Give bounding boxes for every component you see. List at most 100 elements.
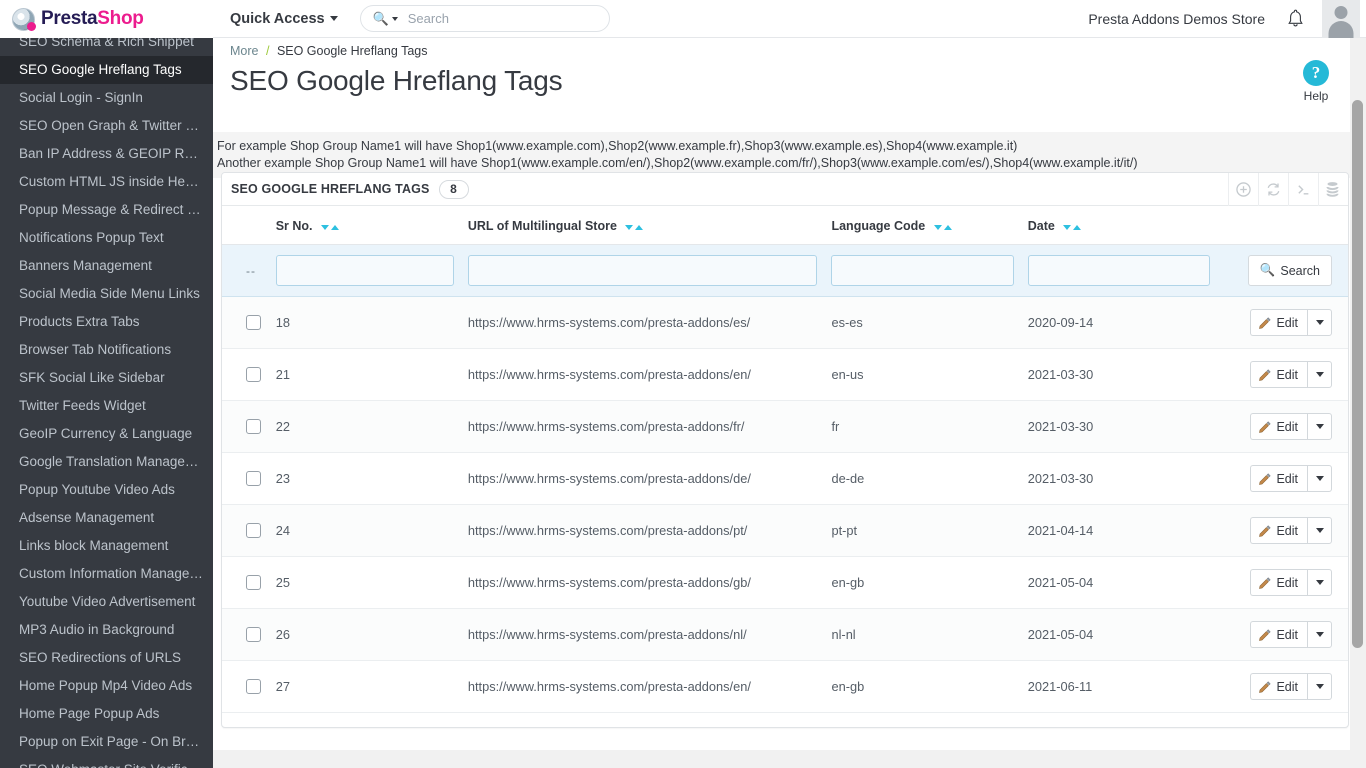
table-row[interactable]: 27 https://www.hrms-systems.com/presta-ad… [222, 660, 1348, 713]
sidebar-item-sfk-social-like-sidebar[interactable]: SFK Social Like Sidebar [0, 364, 213, 392]
sort-controls-language-code[interactable] [933, 219, 952, 233]
sidebar-item-adsense-management[interactable]: Adsense Management [0, 504, 213, 532]
sort-asc-icon[interactable] [943, 225, 952, 230]
table-row[interactable]: 18 https://www.hrms-systems.com/presta-ad… [222, 296, 1348, 349]
sort-controls-url[interactable] [625, 219, 644, 233]
table-row[interactable]: 22 https://www.hrms-systems.com/presta-ad… [222, 400, 1348, 453]
row-action-dropdown-toggle[interactable] [1307, 465, 1332, 492]
edit-button[interactable]: Edit [1250, 673, 1307, 700]
column-header-url[interactable]: URL of Multilingual Store [467, 206, 832, 245]
row-checkbox[interactable] [246, 575, 261, 590]
table-row[interactable]: 21 https://www.hrms-systems.com/presta-ad… [222, 348, 1348, 401]
sidebar-item-popup-message-redirect-butt[interactable]: Popup Message & Redirect Butt... [0, 196, 213, 224]
page-scrollbar-track[interactable] [1350, 38, 1366, 768]
sidebar-item-browser-tab-notifications[interactable]: Browser Tab Notifications [0, 336, 213, 364]
sidebar-item-links-block-management[interactable]: Links block Management [0, 532, 213, 560]
filter-input-date[interactable] [1027, 255, 1210, 286]
row-checkbox[interactable] [246, 419, 261, 434]
export-sql-icon[interactable] [1288, 173, 1318, 206]
cell-language-code: es-es [831, 315, 863, 330]
table-row[interactable]: 24 https://www.hrms-systems.com/presta-ad… [222, 504, 1348, 557]
sort-desc-icon[interactable] [625, 225, 634, 230]
sidebar-item-seo-webmaster-site-verification[interactable]: SEO Webmaster Site Verification [0, 756, 213, 768]
sidebar-item-popup-on-exit-page-on-brows[interactable]: Popup on Exit Page - On Brows... [0, 728, 213, 756]
sidebar-item-popup-youtube-video-ads[interactable]: Popup Youtube Video Ads [0, 476, 213, 504]
row-action-dropdown-toggle[interactable] [1307, 673, 1332, 700]
row-checkbox[interactable] [246, 679, 261, 694]
page-scrollbar-thumb[interactable] [1352, 100, 1363, 648]
user-avatar-icon[interactable] [1322, 0, 1360, 38]
filter-input-sr-no[interactable] [275, 255, 454, 286]
sidebar-item-social-login-signin[interactable]: Social Login - SignIn [0, 84, 213, 112]
sidebar-item-social-media-side-menu-links[interactable]: Social Media Side Menu Links [0, 280, 213, 308]
sidebar-item-notifications-popup-text[interactable]: Notifications Popup Text [0, 224, 213, 252]
sort-desc-icon[interactable] [1063, 225, 1072, 230]
sidebar-item-youtube-video-advertisement[interactable]: Youtube Video Advertisement [0, 588, 213, 616]
search-input[interactable] [407, 11, 597, 26]
sidebar-item-products-extra-tabs[interactable]: Products Extra Tabs [0, 308, 213, 336]
sidebar-item-banners-management[interactable]: Banners Management [0, 252, 213, 280]
edit-button[interactable]: Edit [1250, 361, 1307, 388]
sort-desc-icon[interactable] [933, 225, 942, 230]
row-action-dropdown-toggle[interactable] [1307, 517, 1332, 544]
edit-button[interactable]: Edit [1250, 465, 1307, 492]
row-action-dropdown-toggle[interactable] [1307, 413, 1332, 440]
row-checkbox[interactable] [246, 315, 261, 330]
refresh-icon[interactable] [1258, 173, 1288, 206]
row-action-dropdown-toggle[interactable] [1307, 361, 1332, 388]
row-checkbox[interactable] [246, 627, 261, 642]
table-row[interactable]: 25 https://www.hrms-systems.com/presta-ad… [222, 556, 1348, 609]
breadcrumb-parent[interactable]: More [230, 44, 258, 58]
sort-desc-icon[interactable] [321, 225, 329, 230]
column-header-date[interactable]: Date [1027, 206, 1224, 245]
sort-controls-date[interactable] [1063, 219, 1082, 233]
row-action-dropdown-toggle[interactable] [1307, 621, 1332, 648]
sidebar-item-home-page-popup-ads[interactable]: Home Page Popup Ads [0, 700, 213, 728]
row-checkbox[interactable] [246, 367, 261, 382]
edit-button[interactable]: Edit [1250, 413, 1307, 440]
edit-button[interactable]: Edit [1250, 309, 1307, 336]
edit-button[interactable]: Edit [1250, 569, 1307, 596]
row-checkbox[interactable] [246, 471, 261, 486]
sidebar-item-geoip-currency-language[interactable]: GeoIP Currency & Language [0, 420, 213, 448]
brand-logo[interactable]: PrestaShop [0, 0, 213, 38]
row-checkbox[interactable] [246, 523, 261, 538]
sidebar-item-mp3-audio-in-background[interactable]: MP3 Audio in Background [0, 616, 213, 644]
filter-input-language-code[interactable] [831, 255, 1014, 286]
filter-input-url[interactable] [467, 255, 818, 286]
column-header-language-code[interactable]: Language Code [831, 206, 1028, 245]
sort-asc-icon[interactable] [635, 225, 644, 230]
column-header-sr-no[interactable]: Sr No. [275, 206, 468, 245]
sidebar-item-custom-information-managem[interactable]: Custom Information Managem... [0, 560, 213, 588]
sidebar-item-seo-redirections-of-urls[interactable]: SEO Redirections of URLS [0, 644, 213, 672]
row-action-dropdown-toggle[interactable] [1307, 309, 1332, 336]
table-row[interactable]: 26 https://www.hrms-systems.com/presta-ad… [222, 608, 1348, 661]
cell-url: https://www.hrms-systems.com/presta-addo… [467, 471, 751, 486]
sort-asc-icon[interactable] [1073, 225, 1082, 230]
edit-button[interactable]: Edit [1250, 517, 1307, 544]
edit-button-label: Edit [1276, 419, 1298, 434]
help-button[interactable]: ? Help [1292, 60, 1340, 103]
notification-bell-icon[interactable] [1287, 9, 1304, 28]
search-filter-button[interactable]: 🔍 Search [1247, 255, 1332, 286]
global-search-box[interactable]: 🔍 [359, 5, 610, 32]
sidebar-item-custom-html-js-inside-head-t[interactable]: Custom HTML JS inside Head T... [0, 168, 213, 196]
sort-controls-sr-no[interactable] [321, 219, 339, 233]
sidebar-item-ban-ip-address-geoip-redirect[interactable]: Ban IP Address & GEOIP Redirect [0, 140, 213, 168]
quick-access-menu[interactable]: Quick Access [230, 11, 338, 27]
sort-asc-icon[interactable] [331, 225, 339, 230]
cell-actions: Edit [1224, 349, 1348, 401]
sidebar-item-google-translation-management[interactable]: Google Translation Management [0, 448, 213, 476]
sidebar-item-home-popup-mp4-video-ads[interactable]: Home Popup Mp4 Video Ads [0, 672, 213, 700]
shop-name-label[interactable]: Presta Addons Demos Store [1088, 11, 1265, 27]
sidebar-item-seo-open-graph-twitter-car[interactable]: SEO Open Graph & Twitter Car... [0, 112, 213, 140]
sql-manager-icon[interactable] [1318, 173, 1348, 206]
cell-language-code: pt-pt [831, 523, 858, 538]
add-new-icon[interactable] [1228, 173, 1258, 206]
row-action-dropdown-toggle[interactable] [1307, 569, 1332, 596]
sidebar-item-twitter-feeds-widget[interactable]: Twitter Feeds Widget [0, 392, 213, 420]
chevron-down-icon[interactable] [391, 16, 398, 21]
edit-button[interactable]: Edit [1250, 621, 1307, 648]
table-row[interactable]: 23 https://www.hrms-systems.com/presta-ad… [222, 452, 1348, 505]
sidebar-item-seo-google-hreflang-tags[interactable]: SEO Google Hreflang Tags [0, 56, 213, 84]
